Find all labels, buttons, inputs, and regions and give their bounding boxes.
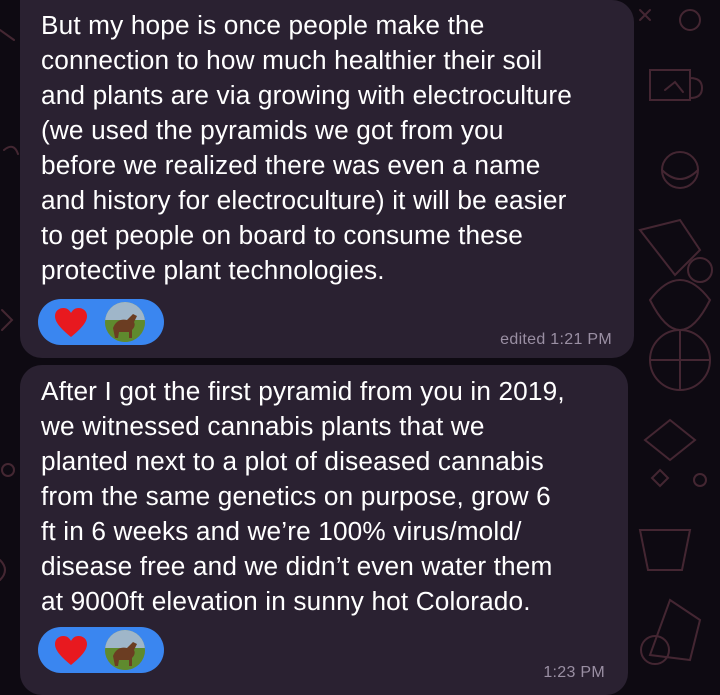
message-bubble[interactable]: But my hope is once people make the conn… xyxy=(20,0,634,358)
message-bubble[interactable]: After I got the first pyramid from you i… xyxy=(20,365,628,695)
reactions-pill[interactable] xyxy=(38,299,164,345)
message-text: But my hope is once people make the conn… xyxy=(41,10,572,285)
message-text: After I got the first pyramid from you i… xyxy=(41,376,565,616)
avatar[interactable] xyxy=(105,630,145,670)
avatar[interactable] xyxy=(105,302,145,342)
message-timestamp: 1:23 PM xyxy=(543,664,605,681)
horse-photo xyxy=(105,630,145,670)
message-timestamp: edited 1:21 PM xyxy=(500,331,612,348)
horse-photo xyxy=(105,302,145,342)
reactions-pill[interactable] xyxy=(38,627,164,673)
heart-icon xyxy=(55,636,87,665)
heart-icon xyxy=(55,308,87,337)
